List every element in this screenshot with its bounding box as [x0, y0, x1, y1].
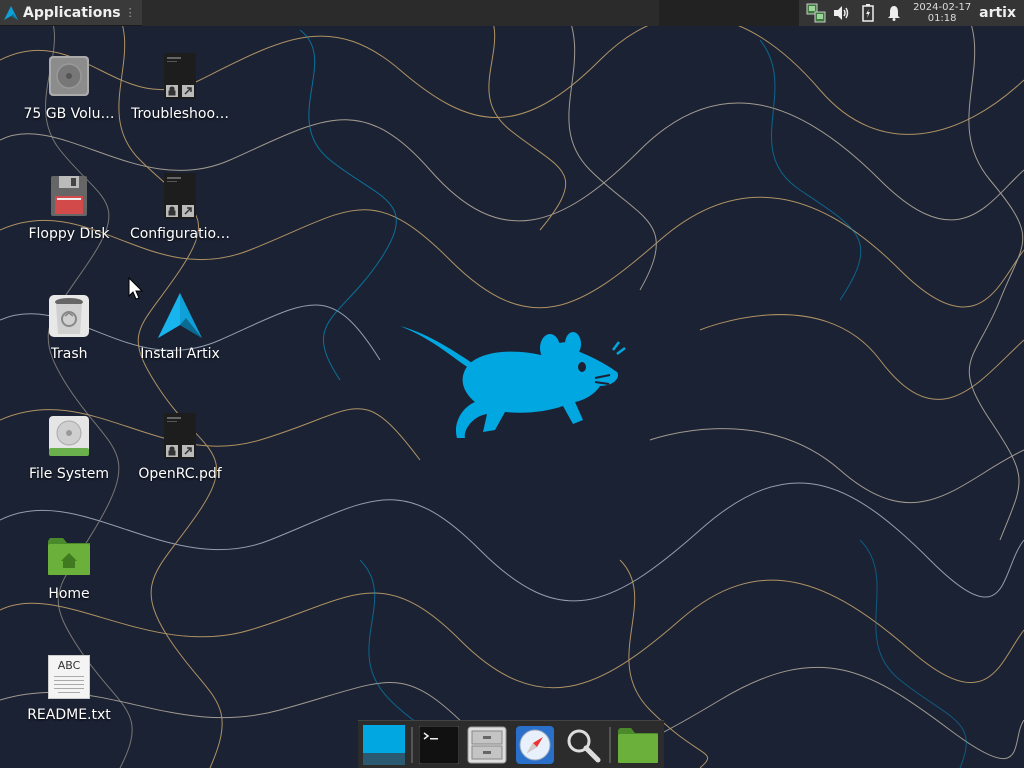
- artix-logo-icon: [156, 292, 204, 340]
- web-browser-button[interactable]: [513, 722, 557, 768]
- icon-label: 75 GB Volu…: [23, 106, 115, 122]
- terminal-icon: [419, 725, 460, 764]
- file-manager-button[interactable]: [465, 722, 509, 768]
- icon-label: Trash: [50, 346, 88, 362]
- workspace-switcher[interactable]: [659, 0, 800, 26]
- file-manager-icon: [467, 726, 507, 763]
- icon-label: Configuratio…: [129, 226, 231, 242]
- desktop-icon-install-artix[interactable]: Install Artix: [125, 292, 235, 362]
- notifications-bell-icon[interactable]: [881, 0, 907, 26]
- show-desktop-icon: [362, 724, 405, 765]
- desktop-icon-file-system[interactable]: File System: [14, 412, 124, 482]
- floppy-disk-icon: [45, 172, 93, 220]
- applications-label: Applications: [23, 4, 121, 21]
- document-shortcut-icon: [156, 412, 204, 460]
- desktop-icon-home[interactable]: Home: [14, 532, 124, 602]
- dock-separator: [410, 726, 413, 763]
- desktop-icon-trash[interactable]: Trash: [14, 292, 124, 362]
- applications-menu-button[interactable]: Applications ⋮: [0, 0, 142, 26]
- terminal-button[interactable]: [418, 722, 462, 768]
- app-finder-button[interactable]: [561, 722, 605, 768]
- icon-label: File System: [28, 466, 110, 482]
- text-file-icon: ABC: [45, 653, 93, 701]
- icon-label: Install Artix: [140, 346, 220, 362]
- clock-date: 2024-02-17: [913, 1, 972, 13]
- show-desktop-button[interactable]: [362, 722, 406, 768]
- network-icon[interactable]: [803, 0, 829, 26]
- document-shortcut-icon: [156, 172, 204, 220]
- icon-label: Troubleshoo…: [130, 106, 230, 122]
- filesystem-icon: [45, 412, 93, 460]
- clock[interactable]: 2024-02-17 01:18: [907, 2, 977, 24]
- desktop-icon-troubleshooting[interactable]: Troubleshoo…: [125, 52, 235, 122]
- desktop-icon-openrc-pdf[interactable]: OpenRC.pdf: [125, 412, 235, 482]
- icon-label: Home: [48, 586, 90, 602]
- folder-icon: [618, 727, 659, 763]
- desktop-icon-volume[interactable]: 75 GB Volu…: [14, 52, 124, 122]
- desktop-icon-configuration[interactable]: Configuratio…: [125, 172, 235, 242]
- web-browser-icon: [515, 725, 554, 764]
- system-tray: 2024-02-17 01:18 artix: [799, 0, 1024, 26]
- icon-label: README.txt: [27, 707, 111, 723]
- desktop-icon-readme[interactable]: ABC README.txt: [14, 653, 124, 723]
- home-folder-icon: [45, 532, 93, 580]
- clock-time: 01:18: [927, 12, 957, 24]
- icon-label: OpenRC.pdf: [138, 466, 222, 482]
- mouse-pointer-icon: [128, 277, 144, 300]
- dock-separator: [609, 726, 612, 763]
- desktop-icon-floppy[interactable]: Floppy Disk: [14, 172, 124, 242]
- xfce-mouse-logo-icon: [400, 326, 626, 438]
- trash-icon: [45, 292, 93, 340]
- artix-logo-icon: [4, 5, 18, 20]
- home-folder-button[interactable]: [616, 722, 660, 768]
- app-finder-icon: [567, 729, 601, 762]
- drive-harddisk-icon: [45, 52, 93, 100]
- icon-label: Floppy Disk: [28, 226, 110, 242]
- battery-icon[interactable]: [855, 0, 881, 26]
- text-file-glyph-text: ABC: [57, 659, 81, 672]
- volume-icon[interactable]: [829, 0, 855, 26]
- menu-indicator-icon: ⋮: [124, 6, 136, 19]
- dock: [358, 720, 664, 768]
- document-shortcut-icon: [156, 52, 204, 100]
- top-panel: Applications ⋮ 2024-02-17 01:18 artix: [0, 0, 1024, 26]
- user-menu[interactable]: artix: [977, 5, 1020, 21]
- window-buttons-area: [141, 0, 660, 26]
